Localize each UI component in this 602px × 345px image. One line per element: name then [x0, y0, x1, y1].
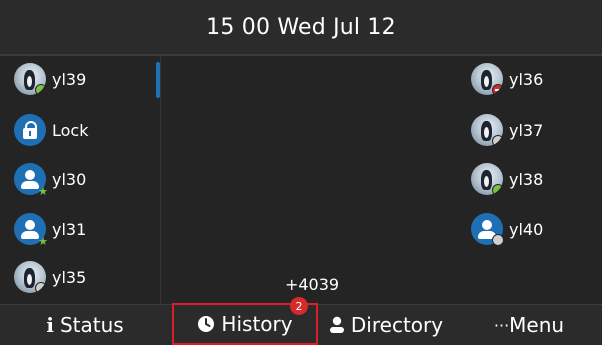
directory-softkey-label: Directory: [350, 313, 444, 337]
online-status-icon: [492, 184, 503, 195]
line-key-lock[interactable]: Lock: [14, 107, 88, 153]
contact-photo-avatar: [14, 261, 46, 293]
phone-screen: 15 00 Wed Jul 12 yl39 Lock ★ yl30 ★ yl31…: [0, 0, 602, 345]
offline-status-icon: [492, 234, 504, 246]
line-key-label: yl39: [52, 69, 87, 89]
line-key-yl35[interactable]: yl35: [14, 254, 86, 300]
line-key-yl39[interactable]: yl39: [14, 56, 86, 102]
line-key-yl37[interactable]: yl37: [471, 107, 543, 153]
star-status-icon: ★: [38, 235, 48, 248]
person-icon: ★: [14, 163, 48, 198]
line-key-label: yl30: [52, 169, 87, 189]
menu-softkey-label: Menu: [509, 313, 565, 337]
online-status-icon: [35, 84, 46, 95]
history-softkey-label: History: [221, 312, 293, 336]
line-key-yl31[interactable]: ★ yl31: [14, 206, 86, 252]
missed-calls-badge: 2: [290, 297, 308, 315]
left-line-keys: yl39 Lock ★ yl30 ★ yl31 yl35: [0, 56, 158, 304]
line-key-label: yl38: [509, 169, 544, 189]
line-key-yl30[interactable]: ★ yl30: [14, 156, 86, 202]
dialed-number: +4039: [284, 275, 340, 294]
datetime-label: 15 00 Wed Jul 12: [206, 14, 396, 40]
info-icon: i: [46, 313, 54, 337]
contact-photo-avatar: [14, 63, 46, 95]
person-icon: [329, 316, 345, 334]
status-softkey[interactable]: i Status: [0, 305, 170, 345]
softkey-bar: i Status History 2 Directory ··· Menu: [0, 297, 602, 345]
directory-softkey[interactable]: Directory: [318, 305, 454, 345]
menu-softkey[interactable]: ··· Menu: [456, 305, 602, 345]
line-key-yl38[interactable]: yl38: [471, 156, 543, 202]
status-softkey-label: Status: [59, 313, 124, 337]
line-key-yl36[interactable]: yl36: [471, 56, 543, 102]
more-dots-icon: ···: [493, 315, 510, 335]
offline-status-icon: [35, 282, 46, 293]
contact-photo-avatar: [471, 63, 503, 95]
contact-photo-avatar: [471, 114, 503, 146]
offline-status-icon: [492, 135, 503, 146]
lock-icon: [14, 114, 46, 146]
line-key-label: Lock: [52, 120, 89, 140]
busy-status-icon: [492, 84, 503, 95]
line-key-label: yl37: [509, 120, 544, 140]
line-key-label: yl36: [509, 69, 544, 89]
status-bar: 15 00 Wed Jul 12: [0, 0, 602, 54]
line-key-label: yl35: [52, 267, 87, 287]
line-key-yl40[interactable]: yl40: [471, 206, 543, 252]
person-icon: [471, 213, 504, 246]
line-key-label: yl40: [509, 219, 544, 239]
person-icon: ★: [14, 213, 48, 248]
center-panel: +4039: [160, 56, 464, 304]
right-line-keys: yl36 yl37 yl38 yl40: [463, 56, 602, 304]
history-softkey[interactable]: History 2: [172, 297, 318, 345]
contact-photo-avatar: [471, 163, 503, 195]
star-status-icon: ★: [38, 185, 48, 198]
line-key-label: yl31: [52, 219, 87, 239]
clock-icon: [197, 315, 215, 333]
